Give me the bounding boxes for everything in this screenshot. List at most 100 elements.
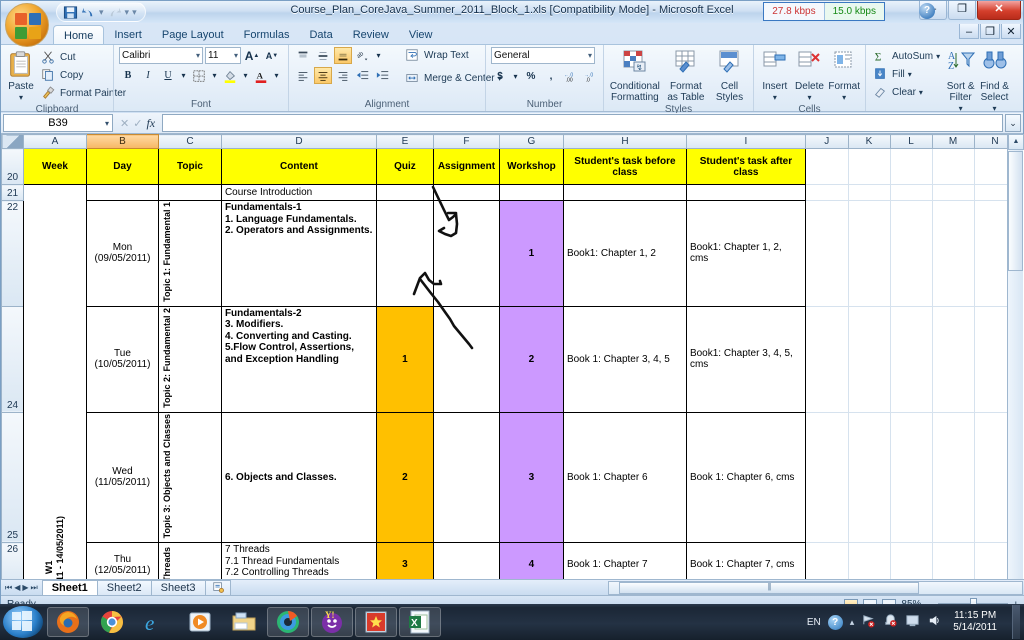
row-header-21[interactable]: 21 — [1, 184, 24, 201]
cell-k20[interactable] — [847, 148, 891, 185]
vertical-scroll-thumb[interactable] — [1008, 151, 1023, 271]
cell-m26[interactable] — [931, 542, 975, 579]
cell-k24[interactable] — [847, 305, 891, 413]
close-button[interactable]: ✕ — [977, 1, 1021, 20]
column-header-l[interactable]: L — [889, 134, 933, 149]
doc-minimize-button[interactable]: – — [959, 24, 979, 39]
cell-j24[interactable] — [804, 305, 849, 413]
topic-cell-r21[interactable] — [157, 184, 222, 201]
spreadsheet-grid[interactable]: A B C D E F G H I J K L M N 20 Week Day … — [1, 134, 1024, 579]
decrease-indent-button[interactable] — [354, 67, 372, 84]
next-sheet-button[interactable]: ▶ — [22, 583, 28, 593]
orientation-dropdown-icon[interactable]: ▾ — [374, 47, 383, 64]
column-header-a[interactable]: A — [23, 134, 87, 149]
row-header-22[interactable]: 22 — [1, 200, 24, 307]
insert-cells-dropdown-icon[interactable]: ▾ — [773, 92, 777, 103]
column-header-g[interactable]: G — [498, 134, 564, 149]
name-box-dropdown-icon[interactable]: ▾ — [105, 119, 109, 128]
excel-icon[interactable]: X — [399, 607, 441, 637]
network-icon[interactable] — [861, 613, 876, 631]
column-header-m[interactable]: M — [931, 134, 975, 149]
windows-explorer-icon[interactable] — [223, 607, 265, 637]
sheet-tab-sheet3[interactable]: Sheet3 — [150, 580, 206, 595]
align-middle-button[interactable] — [314, 47, 332, 64]
maximize-button[interactable]: ❐ — [948, 1, 976, 20]
grow-font-button[interactable]: A ▲ — [243, 47, 261, 64]
horizontal-scroll-thumb[interactable] — [619, 582, 919, 594]
media-player-icon[interactable] — [179, 607, 221, 637]
tab-page-layout[interactable]: Page Layout — [152, 25, 234, 45]
redo-dropdown-icon[interactable]: ▾ — [125, 7, 130, 18]
assignment-cell-r21[interactable] — [432, 184, 500, 201]
row-header-26[interactable]: 26 — [1, 542, 24, 579]
decrease-decimal-button[interactable]: →.0.0 — [582, 68, 600, 85]
before-cell-r24[interactable]: Book 1: Chapter 3, 4, 5 — [562, 305, 687, 413]
format-cells-dropdown-icon[interactable]: ▾ — [842, 92, 846, 103]
first-sheet-button[interactable]: ⏮ — [5, 583, 12, 593]
day-cell-thu-1205[interactable]: Thu (12/05/2011) — [85, 542, 159, 579]
row-header-20[interactable]: 20 — [1, 148, 24, 185]
cell-k25[interactable] — [847, 411, 891, 544]
cell-j25[interactable] — [804, 411, 849, 544]
tab-insert[interactable]: Insert — [104, 25, 152, 45]
undo-dropdown-icon[interactable]: ▾ — [99, 7, 104, 18]
after-cell-r24[interactable]: Book1: Chapter 3, 4, 5, cms — [685, 305, 806, 413]
cell-k22[interactable] — [847, 200, 891, 307]
after-cell-r26[interactable]: Book 1: Chapter 7, cms — [685, 542, 806, 579]
cell-j22[interactable] — [804, 200, 849, 307]
firefox-icon[interactable] — [47, 607, 89, 637]
last-sheet-button[interactable]: ⏭ — [31, 583, 38, 593]
conditional-formatting-button[interactable]: ↯ Conditional Formatting — [609, 47, 661, 103]
font-name-dropdown-icon[interactable]: ▾ — [196, 51, 200, 60]
comma-button[interactable]: , — [542, 68, 560, 85]
week-cell-w1[interactable]: W1 (09/05/2011 - 14/05/2011) — [23, 184, 87, 579]
cell-m24[interactable] — [931, 305, 975, 413]
tab-review[interactable]: Review — [343, 25, 399, 45]
tab-formulas[interactable]: Formulas — [234, 25, 300, 45]
paste-button[interactable]: Paste ▾ — [6, 47, 36, 103]
sheet-tab-sheet1[interactable]: Sheet1 — [41, 580, 98, 595]
autosum-dropdown-icon[interactable]: ▾ — [936, 52, 940, 61]
quiz-cell-1[interactable]: 1 — [375, 305, 434, 413]
windows-start-icon[interactable] — [3, 606, 43, 638]
content-cell-threads[interactable]: 7 Threads 7.1 Thread Fundamentals 7.2 Co… — [220, 542, 377, 579]
italic-button[interactable]: I — [139, 67, 157, 84]
after-cell-r21[interactable] — [685, 184, 806, 201]
quiz-cell-2[interactable]: 2 — [375, 411, 434, 544]
day-cell-tue-1005[interactable]: Tue (10/05/2011) — [85, 305, 159, 413]
day-cell-wed-1105[interactable]: Wed (11/05/2011) — [85, 411, 159, 544]
insert-sheet-icon[interactable] — [204, 580, 231, 595]
after-cell-r25[interactable]: Book 1: Chapter 6, cms — [685, 411, 806, 544]
volume-icon[interactable] — [927, 613, 942, 631]
enter-formula-icon[interactable]: ✓ — [133, 117, 142, 130]
after-cell-r22[interactable]: Book1: Chapter 1, 2, cms — [685, 200, 806, 307]
workshop-cell-3[interactable]: 3 — [498, 411, 564, 544]
align-top-button[interactable] — [294, 47, 312, 64]
yahoo-messenger-icon[interactable]: Y! — [311, 607, 353, 637]
doc-restore-button[interactable]: ❐ — [980, 24, 1000, 39]
quiz-cell-r21[interactable] — [375, 184, 434, 201]
number-format-dropdown-icon[interactable]: ▾ — [588, 51, 592, 60]
column-header-j[interactable]: J — [804, 134, 849, 149]
cell-l22[interactable] — [889, 200, 933, 307]
show-desktop-button[interactable] — [1012, 605, 1020, 639]
before-cell-r25[interactable]: Book 1: Chapter 6 — [562, 411, 687, 544]
cell-m20[interactable] — [931, 148, 975, 185]
media-app-icon[interactable] — [267, 607, 309, 637]
underline-dropdown-icon[interactable]: ▾ — [179, 67, 188, 84]
row-header-25[interactable]: 25 — [1, 411, 24, 544]
scroll-up-button[interactable]: ▲ — [1008, 134, 1024, 150]
bold-button[interactable]: B — [119, 67, 137, 84]
day-cell-r21[interactable] — [85, 184, 159, 201]
paste-dropdown-icon[interactable]: ▾ — [19, 92, 23, 103]
number-format-combo[interactable]: General ▾ — [491, 47, 595, 64]
help-icon[interactable]: ? — [919, 3, 935, 19]
align-left-button[interactable] — [294, 67, 312, 84]
workshop-cell-r21[interactable] — [498, 184, 564, 201]
tab-data[interactable]: Data — [299, 25, 342, 45]
content-cell-fundamentals1[interactable]: Fundamentals-1 1. Language Fundamentals.… — [220, 200, 377, 307]
column-header-c[interactable]: C — [157, 134, 222, 149]
cell-j20[interactable] — [804, 148, 849, 185]
format-cells-button[interactable]: Format ▾ — [828, 47, 860, 103]
autosum-button[interactable]: Σ AutoSum ▾ — [871, 48, 942, 65]
